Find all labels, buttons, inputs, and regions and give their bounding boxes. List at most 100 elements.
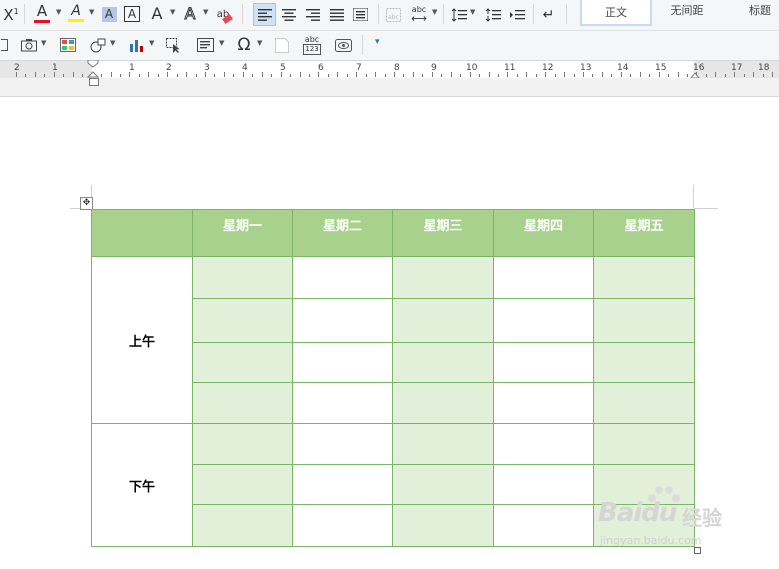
indent-button[interactable] [506, 4, 527, 25]
style-heading[interactable]: 标题 [730, 0, 779, 22]
table-cell[interactable] [493, 298, 594, 343]
table-cell[interactable] [593, 423, 695, 465]
morning-cell[interactable]: 上午 [91, 256, 193, 424]
table-cell[interactable] [493, 504, 594, 547]
left-indent-marker[interactable] [89, 78, 99, 86]
margin-guide-top-right [694, 208, 718, 209]
afternoon-cell[interactable]: 下午 [91, 423, 193, 547]
table-cell[interactable] [493, 423, 594, 465]
font-color-dropdown-icon[interactable]: ▼ [56, 8, 61, 16]
header-cell-wednesday[interactable]: 星期三 [392, 209, 494, 257]
style-normal[interactable]: 正文 [580, 0, 652, 26]
style-no-spacing[interactable]: 无间距 [655, 0, 719, 22]
toolbar-more-icon[interactable]: ▾ [375, 37, 380, 47]
paragraph-mark-button[interactable]: ↵ [538, 4, 559, 25]
table-cell[interactable] [192, 382, 293, 424]
schedule-table[interactable]: 星期一 星期二 星期三 星期四 星期五 上午 下午 [91, 209, 695, 547]
text-effect-dropdown-icon[interactable]: ▼ [203, 8, 208, 16]
highlight-dropdown-icon[interactable]: ▼ [89, 8, 94, 16]
header-cell-monday[interactable]: 星期一 [192, 209, 293, 257]
table-cell[interactable] [392, 504, 494, 547]
table-cell[interactable] [493, 464, 594, 505]
table-cell[interactable] [292, 504, 393, 547]
screenshot-button[interactable] [18, 35, 40, 55]
table-cell[interactable] [593, 504, 695, 547]
char-shading-button[interactable]: A [99, 4, 119, 24]
textbox-dropdown-icon[interactable]: ▼ [219, 39, 224, 47]
view-button[interactable] [332, 35, 354, 55]
header-cell-friday[interactable]: 星期五 [593, 209, 695, 257]
insert-toolbar: ▼ ▼ ▼ ▼ Ω ▼ abc 123 ▾ [0, 30, 779, 60]
textbox-button[interactable] [194, 35, 216, 55]
table-cell[interactable] [192, 504, 293, 547]
select-button[interactable] [164, 35, 184, 55]
table-cell[interactable] [593, 342, 695, 383]
table-cell[interactable] [392, 342, 494, 383]
table-cell[interactable] [593, 298, 695, 343]
justify-button[interactable] [326, 4, 347, 25]
font-color-button[interactable]: A [30, 2, 54, 26]
table-cell[interactable] [292, 423, 393, 465]
ruler-tick [422, 74, 424, 77]
shapes-button[interactable] [88, 35, 108, 55]
highlight-button[interactable]: A [64, 2, 88, 26]
screenshot-dropdown-icon[interactable]: ▼ [41, 39, 46, 47]
emphasis-dropdown-icon[interactable]: ▼ [170, 8, 175, 16]
table-cell[interactable] [192, 256, 293, 299]
table-cell[interactable] [392, 423, 494, 465]
horizontal-ruler[interactable]: 2 1 1 2 3 4 5 6 7 8 9 10 11 12 13 14 15 … [0, 60, 779, 79]
blank-page-button[interactable] [272, 35, 292, 55]
ruler-number: 17 [731, 63, 743, 73]
field-button[interactable]: abc 123 [301, 34, 323, 56]
ruler-tick [677, 72, 679, 77]
char-grid-button[interactable]: abc [383, 4, 404, 25]
table-cell[interactable] [192, 342, 293, 383]
chart-dropdown-icon[interactable]: ▼ [149, 39, 154, 47]
table-cell[interactable] [192, 464, 293, 505]
align-left-button[interactable] [253, 3, 276, 26]
table-cell[interactable] [292, 464, 393, 505]
paragraph-spacing-button[interactable] [482, 4, 503, 25]
table-cell[interactable] [292, 382, 393, 424]
header-cell-thursday[interactable]: 星期四 [493, 209, 594, 257]
ruler-gutter [0, 78, 779, 97]
picture-button[interactable] [0, 36, 8, 54]
table-cell[interactable] [292, 298, 393, 343]
char-border-button[interactable]: A [122, 4, 142, 24]
table-cell[interactable] [392, 464, 494, 505]
table-cell[interactable] [493, 256, 594, 299]
text-effect-button[interactable]: A [179, 2, 201, 26]
gallery-button[interactable] [58, 35, 78, 55]
table-cell[interactable] [593, 382, 695, 424]
line-spacing-button[interactable] [449, 4, 469, 25]
symbol-dropdown-icon[interactable]: ▼ [257, 39, 262, 47]
align-right-button[interactable] [302, 4, 323, 25]
ruler-tick [327, 74, 329, 77]
table-cell[interactable] [192, 298, 293, 343]
chart-button[interactable] [127, 35, 147, 55]
emphasis-button[interactable]: A [146, 2, 168, 26]
header-cell-tuesday[interactable]: 星期二 [292, 209, 393, 257]
text-wrap-button[interactable]: abc ⟷ [407, 2, 431, 26]
table-cell[interactable] [493, 382, 594, 424]
distribute-button[interactable] [350, 4, 371, 25]
table-resize-handle[interactable] [694, 547, 701, 554]
table-cell[interactable] [493, 342, 594, 383]
table-cell[interactable] [392, 256, 494, 299]
table-cell[interactable] [593, 256, 695, 299]
table-cell[interactable] [292, 256, 393, 299]
table-cell[interactable] [192, 423, 293, 465]
table-cell[interactable] [292, 342, 393, 383]
line-spacing-dropdown-icon[interactable]: ▼ [470, 8, 475, 16]
align-center-button[interactable] [278, 4, 299, 25]
table-cell[interactable] [392, 382, 494, 424]
table-cell[interactable] [392, 298, 494, 343]
superscript-button[interactable]: X1 [0, 4, 22, 26]
table-cell[interactable] [593, 464, 695, 505]
header-cell-corner[interactable] [91, 209, 193, 257]
text-wrap-dropdown-icon[interactable]: ▼ [432, 8, 437, 16]
font-color-swatch [34, 19, 50, 23]
clear-format-button[interactable]: ab [212, 2, 234, 26]
shapes-dropdown-icon[interactable]: ▼ [110, 39, 115, 47]
symbol-button[interactable]: Ω [233, 34, 255, 56]
